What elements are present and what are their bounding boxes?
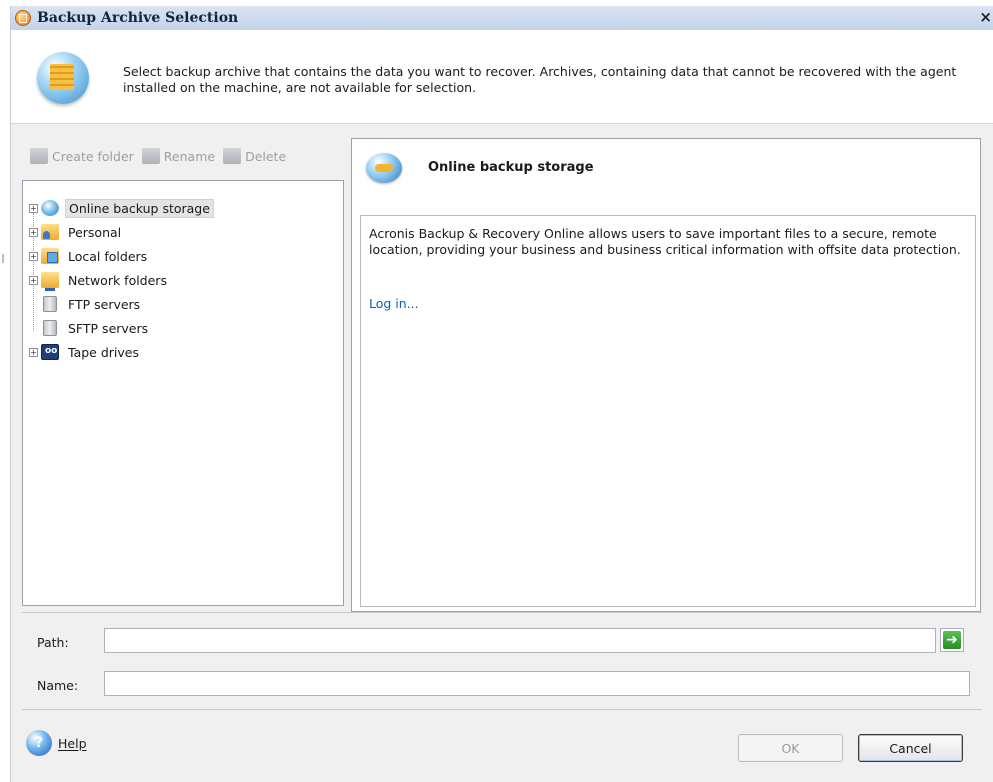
name-label: Name: xyxy=(37,678,79,693)
details-panel: Online backup storage Acronis Backup & R… xyxy=(351,138,981,612)
help-link[interactable]: ? Help xyxy=(26,730,87,756)
expand-icon[interactable]: + xyxy=(29,347,38,357)
details-description: Acronis Backup & Recovery Online allows … xyxy=(369,226,961,257)
server-icon xyxy=(43,296,57,312)
path-label: Path: xyxy=(37,635,69,650)
tree-item-label: Network folders xyxy=(68,272,167,288)
archive-globe-icon xyxy=(37,52,89,104)
expand-icon[interactable]: + xyxy=(29,275,38,285)
rename-label: Rename xyxy=(163,148,216,164)
online-storage-icon xyxy=(366,153,402,183)
tree-item-label: Local folders xyxy=(68,248,148,264)
window-edge-marker xyxy=(2,254,5,263)
go-button[interactable]: ➜ xyxy=(940,628,964,652)
tree-item-label: FTP servers xyxy=(68,296,141,312)
help-label: Help xyxy=(58,735,87,751)
tree-item-network-folders[interactable]: + Network folders xyxy=(29,269,170,291)
rename-button[interactable]: Rename xyxy=(141,148,216,164)
local-folder-icon xyxy=(41,248,59,264)
close-button[interactable]: × xyxy=(979,8,992,26)
personal-folder-icon xyxy=(41,224,59,240)
delete-icon xyxy=(223,148,242,164)
path-name-panel: Path: ➜ Name: xyxy=(22,612,982,710)
path-input[interactable] xyxy=(104,628,936,653)
folder-toolbar: Create folder Rename Delete xyxy=(22,138,344,174)
log-in-link[interactable]: Log in... xyxy=(369,296,419,311)
delete-button[interactable]: Delete xyxy=(223,148,286,164)
details-title: Online backup storage xyxy=(428,160,594,175)
arrow-right-icon: ➜ xyxy=(943,631,961,649)
network-folder-icon xyxy=(41,272,59,291)
expand-icon[interactable]: + xyxy=(29,227,38,237)
cancel-button[interactable]: Cancel xyxy=(858,734,963,762)
app-icon xyxy=(15,10,31,26)
details-body: Acronis Backup & Recovery Online allows … xyxy=(360,215,976,607)
create-folder-label: Create folder xyxy=(52,148,134,164)
tree-item-tape-drives[interactable]: + Tape drives xyxy=(29,341,142,363)
server-icon xyxy=(43,320,57,336)
location-tree[interactable]: + Online backup storage + Personal + Loc… xyxy=(22,180,344,606)
title-bar: Backup Archive Selection × xyxy=(11,6,993,30)
tree-item-sftp-servers[interactable]: SFTP servers xyxy=(29,317,151,339)
window-title: Backup Archive Selection xyxy=(37,10,239,26)
tree-item-local-folders[interactable]: + Local folders xyxy=(29,245,150,267)
name-input[interactable] xyxy=(104,671,970,696)
dialog-header: Select backup archive that contains the … xyxy=(11,30,993,124)
tape-drive-icon xyxy=(41,344,59,360)
delete-label: Delete xyxy=(245,148,287,164)
tree-item-online-backup-storage[interactable]: + Online backup storage xyxy=(29,197,214,219)
expand-icon[interactable]: + xyxy=(29,203,38,213)
create-folder-button[interactable]: Create folder xyxy=(30,148,134,164)
create-folder-icon xyxy=(30,148,48,164)
tree-item-label: Tape drives xyxy=(68,344,139,360)
tree-item-label: SFTP servers xyxy=(68,320,149,336)
tree-item-label: Personal xyxy=(68,224,122,240)
tree-item-ftp-servers[interactable]: FTP servers xyxy=(29,293,143,315)
header-instructions: Select backup archive that contains the … xyxy=(123,64,957,95)
rename-icon xyxy=(141,148,160,164)
help-icon: ? xyxy=(26,730,52,756)
tree-item-label: Online backup storage xyxy=(65,198,214,218)
tree-item-personal[interactable]: + Personal xyxy=(29,221,124,243)
expand-icon[interactable]: + xyxy=(29,251,38,261)
online-storage-icon xyxy=(41,200,59,216)
ok-button[interactable]: OK xyxy=(738,734,843,762)
details-header: Online backup storage xyxy=(352,139,980,211)
